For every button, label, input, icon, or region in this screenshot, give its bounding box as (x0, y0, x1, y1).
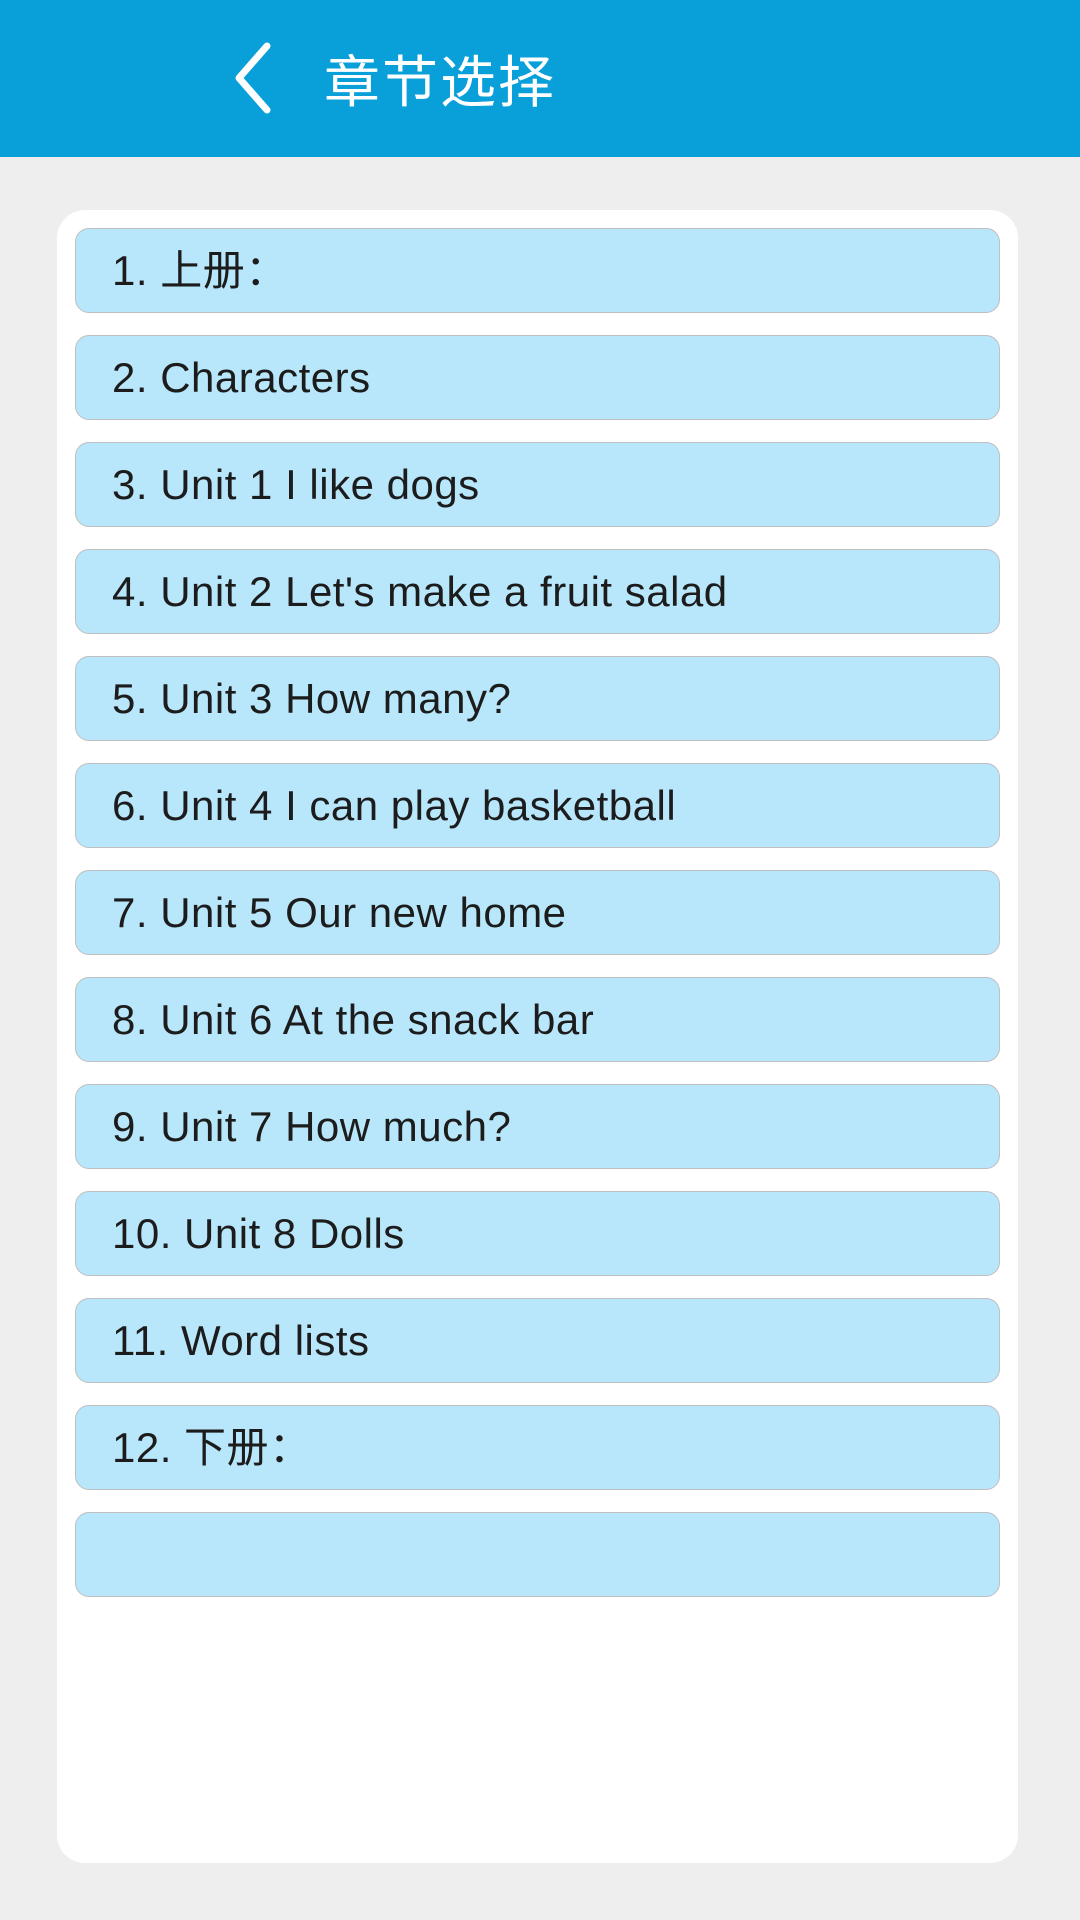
chapter-item-label: 7. Unit 5 Our new home (112, 888, 567, 936)
chapter-list-item[interactable]: 8. Unit 6 At the snack bar (75, 977, 1000, 1062)
chapter-list-item[interactable] (75, 1512, 1000, 1597)
chapter-list-item[interactable]: 10. Unit 8 Dolls (75, 1191, 1000, 1276)
chapter-item-label: 2. Characters (112, 353, 371, 401)
chapter-list-item[interactable]: 3. Unit 1 I like dogs (75, 442, 1000, 527)
chevron-left-icon (229, 40, 275, 116)
chapter-item-label: 11. Word lists (112, 1316, 370, 1364)
chapter-list-item[interactable]: 1. 上册： (75, 228, 1000, 313)
chapter-item-label: 9. Unit 7 How much? (112, 1102, 512, 1150)
chapter-item-label: 6. Unit 4 I can play basketball (112, 781, 677, 829)
back-button[interactable] (208, 30, 296, 126)
chapter-list-item[interactable]: 2. Characters (75, 335, 1000, 420)
chapter-item-label: 5. Unit 3 How many? (112, 674, 512, 722)
chapter-list-item[interactable]: 4. Unit 2 Let's make a fruit salad (75, 549, 1000, 634)
chapter-item-label: 12. 下册： (112, 1423, 312, 1471)
chapter-list[interactable]: 1. 上册： 2. Characters 3. Unit 1 I like dogs… (75, 228, 1000, 1619)
chapter-list-item[interactable]: 5. Unit 3 How many? (75, 656, 1000, 741)
chapter-list-item[interactable]: 6. Unit 4 I can play basketball (75, 763, 1000, 848)
chapter-list-item[interactable]: 12. 下册： (75, 1405, 1000, 1490)
chapter-list-item[interactable]: 9. Unit 7 How much? (75, 1084, 1000, 1169)
app-header: 章节选择 (0, 0, 1080, 157)
chapter-list-item[interactable]: 11. Word lists (75, 1298, 1000, 1383)
chapter-item-label: 1. 上册： (112, 246, 288, 294)
chapter-item-label: 10. Unit 8 Dolls (112, 1209, 405, 1257)
chapter-item-label: 3. Unit 1 I like dogs (112, 460, 480, 508)
chapter-item-label: 4. Unit 2 Let's make a fruit salad (112, 567, 728, 615)
chapter-card: 1. 上册： 2. Characters 3. Unit 1 I like dogs… (57, 210, 1018, 1863)
chapter-item-label: 8. Unit 6 At the snack bar (112, 995, 595, 1043)
chapter-list-item[interactable]: 7. Unit 5 Our new home (75, 870, 1000, 955)
page-title: 章节选择 (324, 51, 556, 114)
content-area: 1. 上册： 2. Characters 3. Unit 1 I like dogs… (0, 157, 1080, 1920)
